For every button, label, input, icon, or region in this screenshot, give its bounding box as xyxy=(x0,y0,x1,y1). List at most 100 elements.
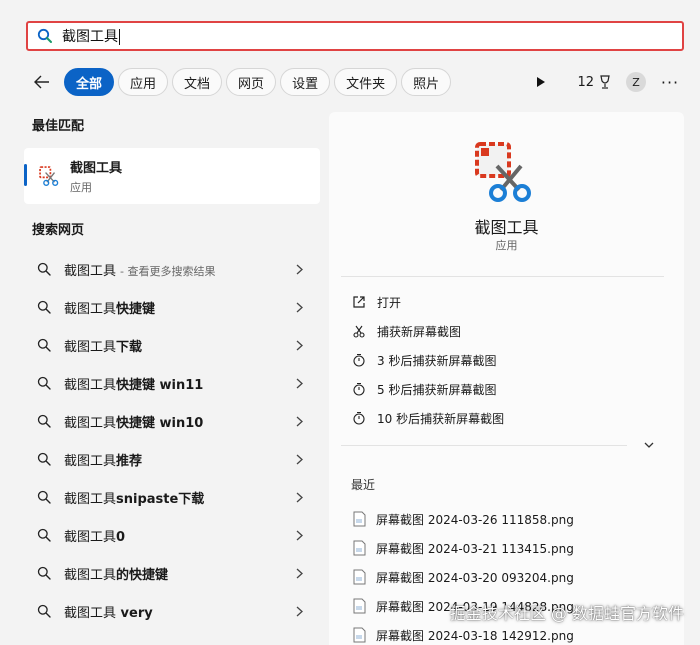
web-suggestion-item[interactable]: 截图工具下载 xyxy=(24,326,324,364)
filter-chip-web[interactable]: 网页 xyxy=(226,68,277,96)
web-suggestion-label: 截图工具下载 xyxy=(64,336,146,355)
web-suggestion-item[interactable]: 截图工具snipaste下载 xyxy=(24,478,324,516)
search-query-text: 截图工具 xyxy=(62,29,120,45)
recent-file-name: 屏幕截图 2024-03-18 142912.png xyxy=(376,628,574,643)
search-icon xyxy=(36,375,52,391)
suggestion-completion: 0 xyxy=(116,529,126,545)
chevron-right-icon xyxy=(294,604,304,618)
avatar[interactable]: Z xyxy=(626,72,646,92)
image-file-icon xyxy=(353,511,366,527)
suggestion-completion: 快捷键 xyxy=(116,301,156,317)
search-icon xyxy=(36,489,52,505)
web-suggestion-item[interactable]: 截图工具的快捷键 xyxy=(24,554,324,592)
web-suggestion-item[interactable]: 截图工具 very xyxy=(24,592,324,630)
snip-10s-action-label: 10 秒后捕获新屏幕截图 xyxy=(377,411,505,426)
recent-file-item[interactable]: 屏幕截图 2024-03-20 093204.png xyxy=(353,568,574,586)
search-icon xyxy=(36,413,52,429)
play-icon[interactable] xyxy=(531,72,551,92)
timer-icon xyxy=(351,410,367,426)
suggestion-query: 截图工具 xyxy=(64,567,117,583)
suggestion-query: 截图工具 xyxy=(64,339,117,355)
snipping-tool-app-icon xyxy=(38,165,60,187)
filter-bar: 全部 应用 文档 网页 设置 文件夹 照片 12 Z ··· xyxy=(30,67,680,97)
chevron-right-icon xyxy=(294,262,304,276)
chevron-right-icon xyxy=(294,338,304,352)
web-suggestion-label: 截图工具快捷键 win10 xyxy=(64,412,207,431)
chevron-right-icon xyxy=(294,490,304,504)
web-suggestion-item[interactable]: 截图工具快捷键 win11 xyxy=(24,364,324,402)
timer-icon xyxy=(351,352,367,368)
web-suggestion-item[interactable]: 截图工具快捷键 xyxy=(24,288,324,326)
chevron-right-icon xyxy=(294,566,304,580)
best-match-subtitle: 应用 xyxy=(70,181,92,194)
web-suggestion-label: 截图工具 very xyxy=(64,602,157,621)
chevron-right-icon xyxy=(294,300,304,314)
web-suggestion-label: 截图工具推荐 xyxy=(64,450,146,469)
search-icon xyxy=(36,27,54,45)
web-suggestion-label: 截图工具快捷键 win11 xyxy=(64,374,207,393)
chevron-right-icon xyxy=(294,452,304,466)
recent-file-name: 屏幕截图 2024-03-21 113415.png xyxy=(376,541,574,556)
search-icon xyxy=(36,603,52,619)
more-options-icon[interactable]: ··· xyxy=(660,73,680,92)
best-match-heading: 最佳匹配 xyxy=(32,119,85,134)
recent-file-item[interactable]: 屏幕截图 2024-03-26 111858.png xyxy=(353,510,574,528)
snip-10s-action[interactable]: 10 秒后捕获新屏幕截图 xyxy=(351,407,504,429)
web-suggestion-item[interactable]: 截图工具 - 查看更多搜索结果 xyxy=(24,250,324,288)
recent-file-name: 屏幕截图 2024-03-26 111858.png xyxy=(376,512,574,527)
image-file-icon xyxy=(353,540,366,556)
chevron-right-icon xyxy=(294,376,304,390)
suggestion-completion: 快捷键 win10 xyxy=(116,415,204,431)
snip-3s-action-label: 3 秒后捕获新屏幕截图 xyxy=(377,353,497,368)
snip-3s-action[interactable]: 3 秒后捕获新屏幕截图 xyxy=(351,349,496,371)
best-match-item[interactable]: 截图工具 应用 xyxy=(24,148,320,204)
new-snip-action[interactable]: 捕获新屏幕截图 xyxy=(351,320,461,342)
search-input[interactable]: 截图工具 xyxy=(26,21,684,51)
filter-chip-photos[interactable]: 照片 xyxy=(401,68,452,96)
snip-5s-action[interactable]: 5 秒后捕获新屏幕截图 xyxy=(351,378,496,400)
suggestion-query: 截图工具 xyxy=(64,453,117,469)
web-suggestion-item[interactable]: 截图工具快捷键 win10 xyxy=(24,402,324,440)
search-icon xyxy=(36,451,52,467)
chevron-down-icon[interactable] xyxy=(643,440,655,450)
filter-chip-settings[interactable]: 设置 xyxy=(280,68,331,96)
suggestion-query: 截图工具 xyxy=(64,377,117,393)
web-suggestion-item[interactable]: 截图工具推荐 xyxy=(24,440,324,478)
chevron-right-icon xyxy=(294,528,304,542)
rewards-trophy-icon xyxy=(598,74,612,90)
open-action-label: 打开 xyxy=(377,295,402,310)
recent-file-name: 屏幕截图 2024-03-20 093204.png xyxy=(376,570,574,585)
recent-file-item[interactable]: 屏幕截图 2024-03-21 113415.png xyxy=(353,539,574,557)
image-file-icon xyxy=(353,569,366,585)
filter-chip-apps[interactable]: 应用 xyxy=(118,68,169,96)
rewards-points[interactable]: 12 xyxy=(577,75,612,90)
web-suggestion-item[interactable]: 截图工具0 xyxy=(24,516,324,554)
suggestion-completion: snipaste下载 xyxy=(116,491,205,507)
detail-panel: 截图工具 应用 打开 捕获新屏幕截图 3 秒后捕获新屏幕截图 5 秒后捕获新屏幕… xyxy=(329,112,684,645)
web-suggestion-label: 截图工具snipaste下载 xyxy=(64,488,208,507)
filter-chip-documents[interactable]: 文档 xyxy=(172,68,223,96)
recent-file-item[interactable]: 屏幕截图 2024-03-18 142912.png xyxy=(353,626,574,644)
search-icon xyxy=(36,565,52,581)
selection-indicator xyxy=(24,164,27,186)
image-file-icon xyxy=(353,598,366,614)
search-icon xyxy=(36,337,52,353)
results-list: 最佳匹配 截图工具 应用 搜索网页 截图工具 - 查看更多搜索结果 截图工具快捷键截… xyxy=(24,112,324,630)
open-action[interactable]: 打开 xyxy=(351,291,401,313)
timer-icon xyxy=(351,381,367,397)
watermark: 掘金技术社区 @ 数据蛙官方软件 xyxy=(449,604,684,623)
back-arrow-icon[interactable] xyxy=(30,70,54,94)
snip-icon xyxy=(351,323,367,339)
suggestion-query: 截图工具 xyxy=(64,415,117,431)
new-snip-action-label: 捕获新屏幕截图 xyxy=(377,324,462,339)
web-suggestion-label: 截图工具0 xyxy=(64,526,129,545)
filter-chip-folders[interactable]: 文件夹 xyxy=(334,68,398,96)
suggestion-query: 截图工具 xyxy=(64,491,117,507)
snip-5s-action-label: 5 秒后捕获新屏幕截图 xyxy=(377,382,497,397)
rewards-points-value: 12 xyxy=(577,74,594,90)
web-suggestion-list: 截图工具 - 查看更多搜索结果 截图工具快捷键 截图工具下载 截图工具快捷键 win11… xyxy=(24,250,324,630)
filter-chip-all[interactable]: 全部 xyxy=(64,68,115,96)
text-caret xyxy=(119,29,120,45)
suggestion-hint: - 查看更多搜索结果 xyxy=(120,264,216,278)
search-icon xyxy=(36,261,52,277)
